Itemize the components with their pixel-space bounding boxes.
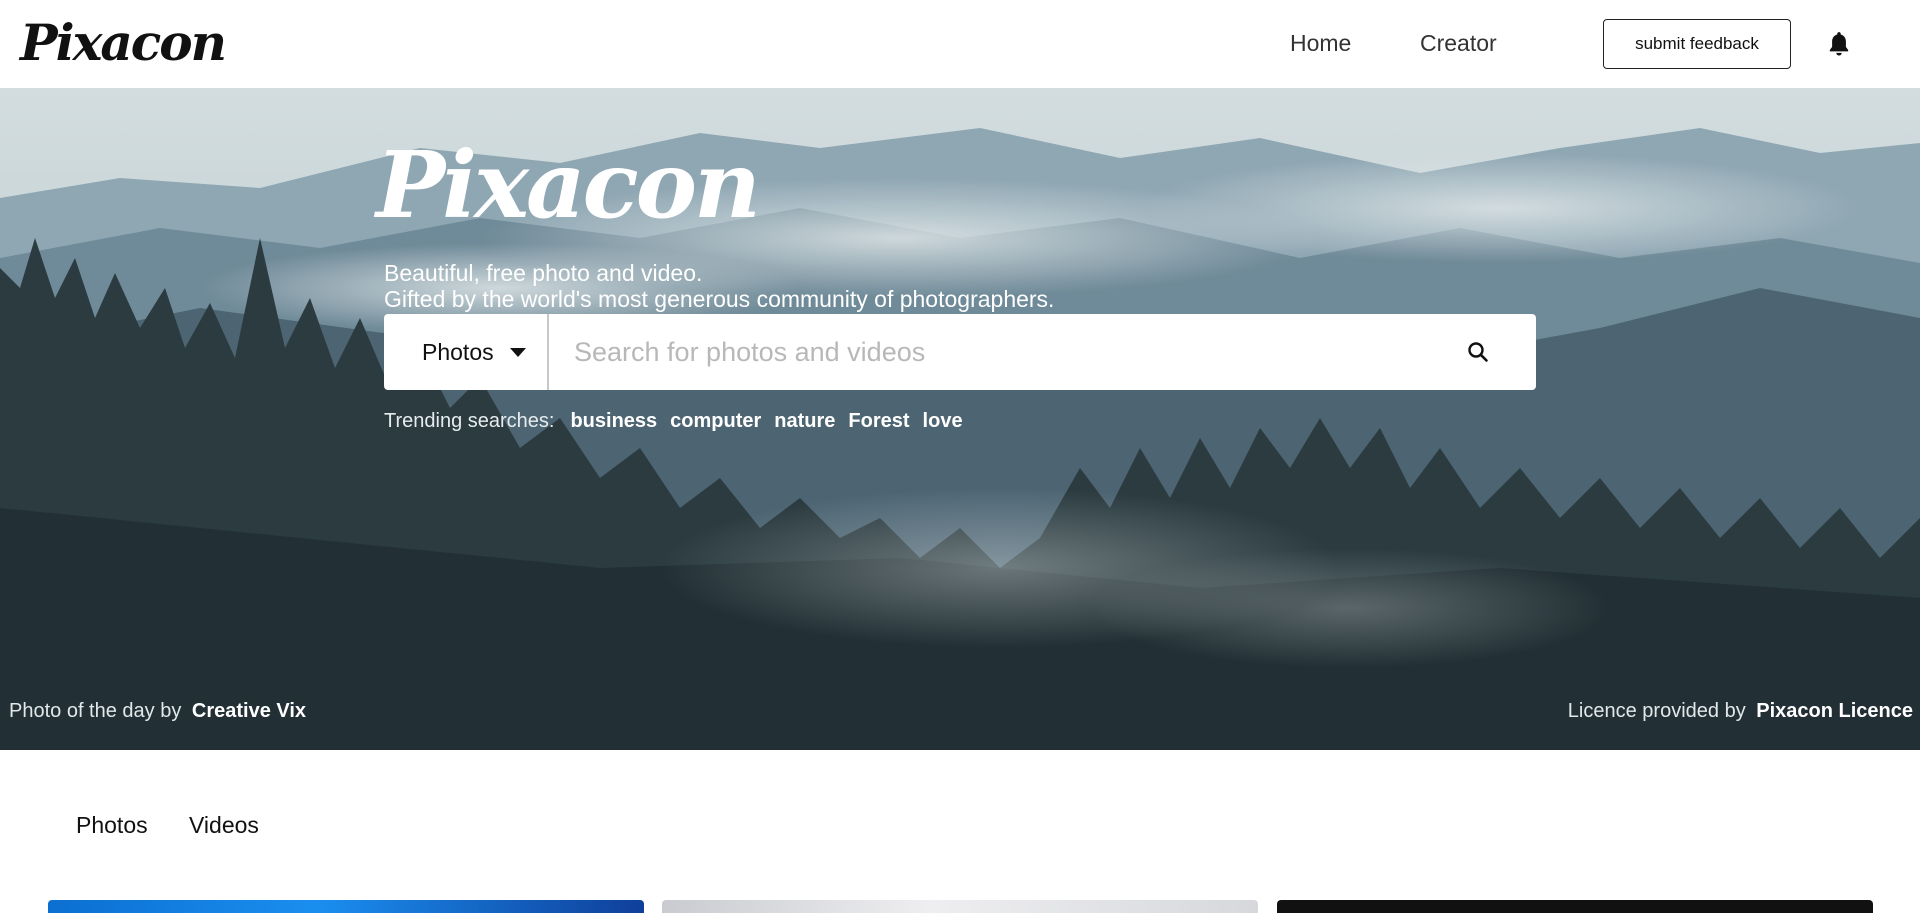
licence-link[interactable]: Pixacon Licence (1756, 700, 1913, 722)
site-logo[interactable]: Pixacon (20, 12, 227, 74)
licence-credit: Licence provided by Pixacon Licence (1568, 700, 1913, 723)
media-tabs: Photos Videos (0, 800, 1920, 850)
nav-creator-link[interactable]: Creator (1420, 30, 1497, 57)
search-bar: Photos (384, 314, 1536, 390)
gallery-thumbnail[interactable] (48, 900, 644, 913)
trending-tag-computer[interactable]: computer (670, 410, 761, 433)
search-input[interactable] (549, 314, 1466, 390)
media-type-dropdown[interactable]: Photos (384, 314, 549, 390)
trending-tag-nature[interactable]: nature (774, 410, 835, 433)
photo-credit-prefix: Photo of the day by (9, 700, 182, 722)
hero-banner: Pixacon Beautiful, free photo and video.… (0, 88, 1920, 750)
hero-tagline-line2: Gifted by the world's most generous comm… (384, 286, 1055, 312)
tab-videos[interactable]: Videos (189, 812, 259, 839)
top-navbar: Pixacon Home Creator submit feedback (0, 0, 1920, 88)
trending-label: Trending searches: (384, 410, 555, 432)
trending-tag-business[interactable]: business (570, 410, 657, 433)
gallery-thumbnail[interactable] (662, 900, 1258, 913)
trending-tag-love[interactable]: love (923, 410, 963, 433)
gallery-thumbnail[interactable] (1277, 900, 1873, 913)
media-type-selected: Photos (422, 338, 494, 365)
submit-feedback-button[interactable]: submit feedback (1603, 19, 1791, 69)
photo-credit: Photo of the day by Creative Vix (9, 700, 306, 723)
tab-photos[interactable]: Photos (76, 812, 148, 839)
photographer-link[interactable]: Creative Vix (192, 700, 306, 722)
photo-gallery (0, 900, 1920, 913)
nav-home-link[interactable]: Home (1290, 30, 1351, 57)
licence-prefix: Licence provided by (1567, 700, 1746, 722)
search-icon[interactable] (1466, 340, 1490, 364)
trending-searches: Trending searches: business computer nat… (384, 410, 963, 433)
hero-logo: Pixacon (376, 131, 761, 239)
trending-tag-forest[interactable]: Forest (848, 410, 909, 433)
bell-icon[interactable] (1826, 30, 1852, 58)
hero-tagline-line1: Beautiful, free photo and video. (384, 260, 703, 286)
chevron-down-icon (510, 348, 526, 357)
